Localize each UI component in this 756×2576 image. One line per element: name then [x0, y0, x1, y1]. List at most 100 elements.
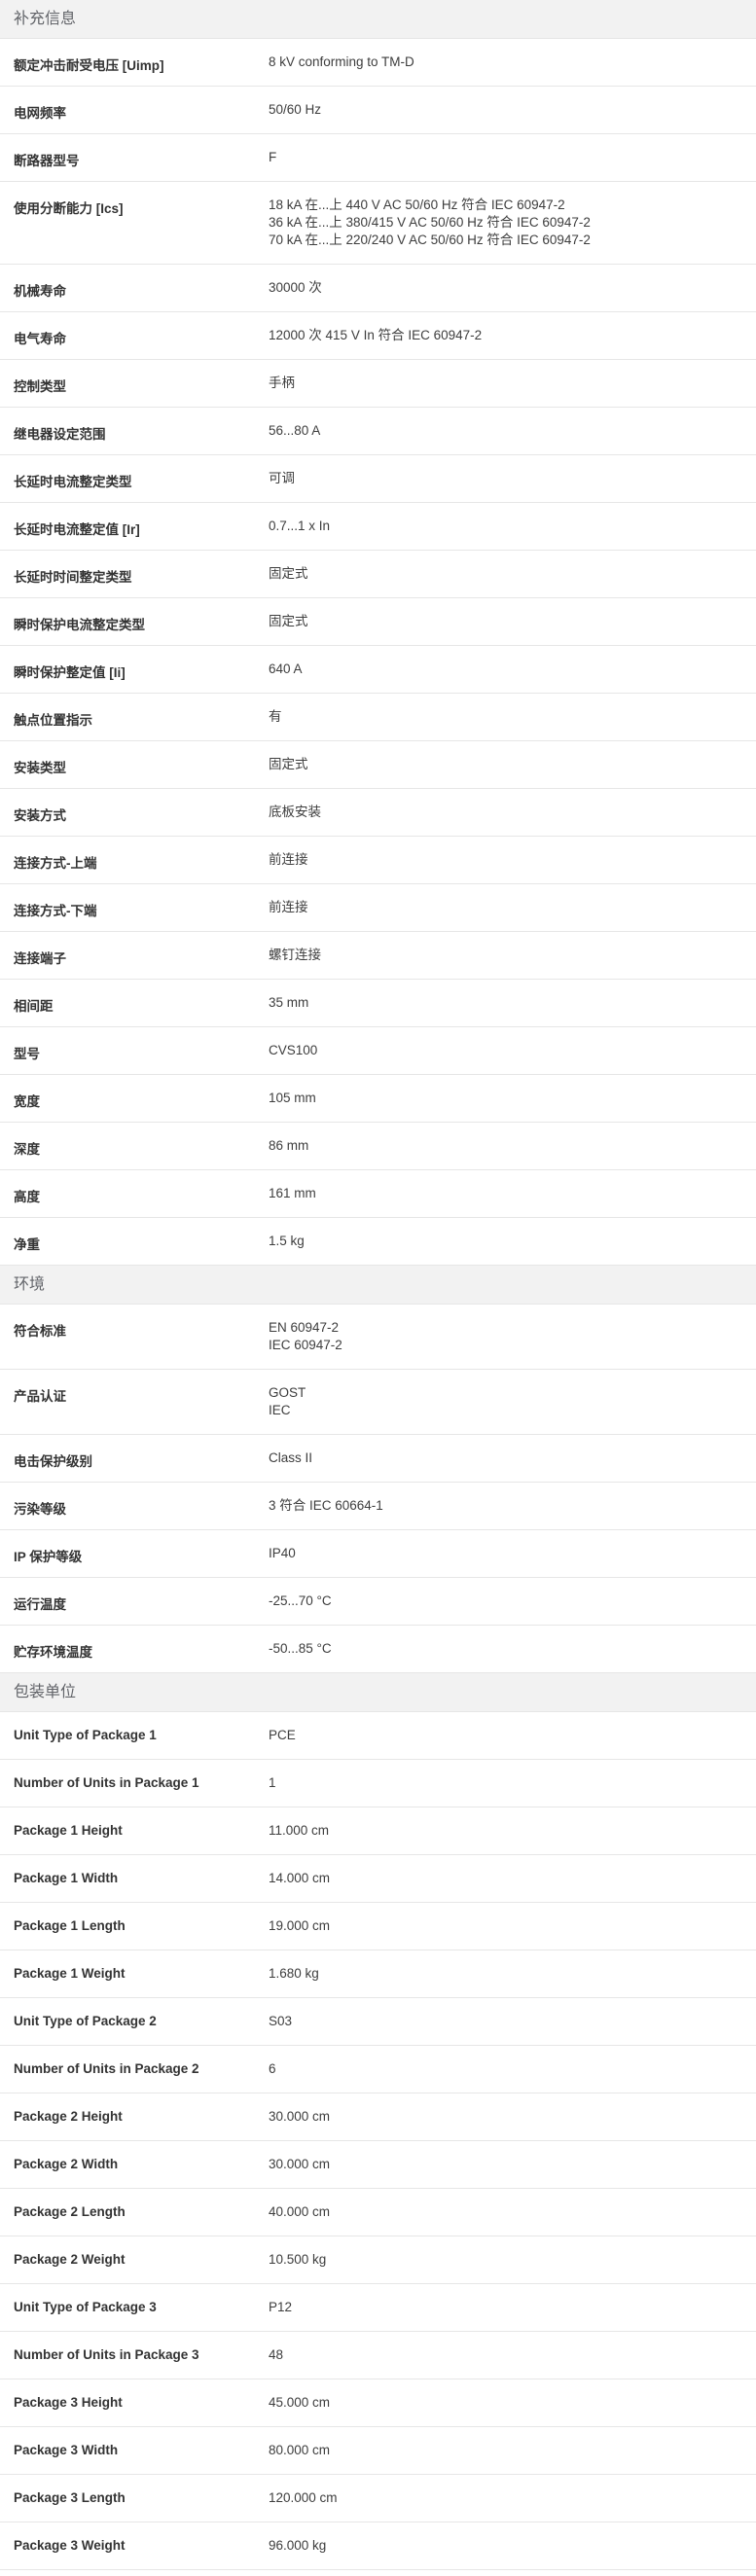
spec-value: 18 kA 在...上 440 V AC 50/60 Hz 符合 IEC 609…	[269, 197, 565, 212]
section-header: 补充信息	[0, 0, 756, 39]
spec-label: 贮存环境温度	[14, 1645, 92, 1660]
spec-value: 手柄	[269, 376, 295, 390]
spec-label: 连接方式-下端	[14, 904, 97, 918]
spec-row: Package 3 Weight 96.000 kg	[0, 2522, 756, 2570]
spec-values: 1.5 kg	[269, 1218, 756, 1265]
section-header: 环境	[0, 1266, 756, 1305]
spec-value: F	[269, 150, 277, 164]
spec-value: 40.000 cm	[269, 2204, 331, 2219]
spec-values: 固定式	[269, 598, 756, 645]
spec-values: 固定式	[269, 551, 756, 597]
spec-values: 12000 次 415 V In 符合 IEC 60947-2	[269, 312, 756, 359]
spec-value: 10.500 kg	[269, 2252, 327, 2267]
spec-row: 机械寿命 30000 次	[0, 265, 756, 312]
spec-label: 符合标准	[14, 1324, 66, 1339]
spec-value: IEC	[269, 1403, 291, 1417]
spec-row: Package 2 Height 30.000 cm	[0, 2093, 756, 2141]
spec-value: 36 kA 在...上 380/415 V AC 50/60 Hz 符合 IEC…	[269, 215, 591, 230]
spec-value: 1.5 kg	[269, 1234, 305, 1248]
spec-row: 贮存环境温度 -50...85 °C	[0, 1626, 756, 1673]
spec-value: CVS100	[269, 1043, 318, 1057]
spec-values: 30000 次	[269, 265, 756, 311]
spec-value: 19.000 cm	[269, 1918, 331, 1933]
spec-label: Package 1 Weight	[14, 1966, 126, 1981]
spec-value: IP40	[269, 1546, 296, 1560]
spec-value: 6	[269, 2061, 276, 2076]
spec-row: 深度 86 mm	[0, 1123, 756, 1170]
spec-values: 3 符合 IEC 60664-1	[269, 1483, 756, 1529]
spec-values: 有	[269, 694, 756, 740]
spec-row: Unit Type of Package 3 P12	[0, 2284, 756, 2332]
spec-values: CVS100	[269, 1027, 756, 1074]
spec-label: 额定冲击耐受电压 [Uimp]	[14, 58, 164, 73]
spec-value: P12	[269, 2300, 293, 2314]
spec-values: 48	[269, 2332, 756, 2379]
spec-value: 固定式	[269, 757, 308, 771]
spec-label: Package 1 Length	[14, 1918, 126, 1933]
spec-value: -25...70 °C	[269, 1593, 332, 1608]
spec-row: 电气寿命 12000 次 415 V In 符合 IEC 60947-2	[0, 312, 756, 360]
spec-row: Package 1 Length 19.000 cm	[0, 1903, 756, 1950]
spec-label: 长延时电流整定值 [Ir]	[14, 522, 140, 537]
spec-value: 96.000 kg	[269, 2538, 327, 2553]
spec-value: 14.000 cm	[269, 1871, 331, 1885]
spec-row: Package 2 Width 30.000 cm	[0, 2141, 756, 2189]
spec-values: 前连接	[269, 884, 756, 931]
spec-label: 断路器型号	[14, 154, 80, 168]
spec-row: 运行温度 -25...70 °C	[0, 1578, 756, 1626]
spec-values: 161 mm	[269, 1170, 756, 1217]
spec-row: 瞬时保护电流整定类型 固定式	[0, 598, 756, 646]
spec-row: Package 2 Weight 10.500 kg	[0, 2236, 756, 2284]
spec-value: 86 mm	[269, 1138, 309, 1153]
spec-value: 1	[269, 1775, 276, 1790]
spec-label: 污染等级	[14, 1502, 66, 1517]
spec-row: 相间距 35 mm	[0, 980, 756, 1027]
spec-row: Package 1 Width 14.000 cm	[0, 1855, 756, 1903]
spec-row: 电网频率 50/60 Hz	[0, 87, 756, 134]
spec-value: 12000 次 415 V In 符合 IEC 60947-2	[269, 328, 483, 342]
spec-row: Package 3 Width 80.000 cm	[0, 2427, 756, 2475]
spec-values: 45.000 cm	[269, 2379, 756, 2426]
spec-value: 45.000 cm	[269, 2395, 331, 2410]
spec-label: Package 2 Height	[14, 2109, 123, 2124]
spec-row: 额定冲击耐受电压 [Uimp] 8 kV conforming to TM-D	[0, 39, 756, 87]
spec-row: 继电器设定范围 56...80 A	[0, 408, 756, 455]
spec-label: Unit Type of Package 1	[14, 1728, 157, 1742]
spec-value: 固定式	[269, 614, 308, 628]
spec-values: 105 mm	[269, 1075, 756, 1122]
spec-values: 10.500 kg	[269, 2236, 756, 2283]
spec-values: 0.7...1 x In	[269, 503, 756, 550]
spec-values: IP40	[269, 1530, 756, 1577]
spec-label: Package 2 Width	[14, 2157, 119, 2171]
spec-row: Number of Units in Package 2 6	[0, 2046, 756, 2093]
spec-values: 30.000 cm	[269, 2093, 756, 2140]
spec-value: 640 A	[269, 662, 303, 676]
spec-label: 瞬时保护整定值 [Ii]	[14, 665, 126, 680]
spec-label: Package 1 Width	[14, 1871, 119, 1885]
spec-values: 19.000 cm	[269, 1903, 756, 1950]
spec-row: Package 3 Length 120.000 cm	[0, 2475, 756, 2522]
spec-label: 控制类型	[14, 379, 66, 394]
spec-value: Class II	[269, 1450, 313, 1465]
spec-label: 电网频率	[14, 106, 66, 121]
spec-values: 手柄	[269, 360, 756, 407]
spec-label: 宽度	[14, 1094, 40, 1109]
spec-value: 30.000 cm	[269, 2157, 331, 2171]
spec-label: Package 3 Height	[14, 2395, 123, 2410]
spec-row: 连接方式-上端 前连接	[0, 837, 756, 884]
spec-value: GOST	[269, 1385, 306, 1400]
spec-value: S03	[269, 2014, 293, 2028]
spec-row: 高度 161 mm	[0, 1170, 756, 1218]
spec-value: 120.000 cm	[269, 2490, 338, 2505]
spec-label: Number of Units in Package 3	[14, 2347, 199, 2362]
spec-row: 宽度 105 mm	[0, 1075, 756, 1123]
spec-row: 符合标准 EN 60947-2 IEC 60947-2	[0, 1305, 756, 1370]
spec-value: 30000 次	[269, 280, 322, 295]
spec-value: 8 kV conforming to TM-D	[269, 54, 414, 69]
spec-value: 3 符合 IEC 60664-1	[269, 1498, 383, 1513]
spec-row: Number of Units in Package 3 48	[0, 2332, 756, 2379]
spec-values: 螺钉连接	[269, 932, 756, 979]
spec-values: 96.000 kg	[269, 2522, 756, 2569]
spec-values: 可调	[269, 455, 756, 502]
spec-label: Package 3 Length	[14, 2490, 126, 2505]
